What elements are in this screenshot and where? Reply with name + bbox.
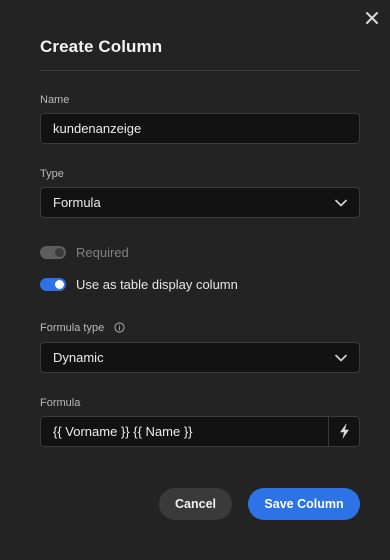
formula-label: Formula — [40, 397, 81, 409]
required-label: Required — [76, 245, 129, 260]
info-icon[interactable] — [114, 322, 125, 333]
formula-input-value: {{ Vorname }} {{ Name }} — [53, 424, 193, 439]
title-divider — [40, 70, 360, 71]
close-icon — [366, 12, 378, 24]
type-select-value: Formula — [53, 195, 101, 210]
chevron-down-icon — [335, 199, 347, 207]
toggle-knob — [55, 280, 64, 289]
name-input[interactable]: kundenanzeige — [40, 113, 360, 144]
close-button[interactable] — [365, 11, 381, 27]
save-column-button[interactable]: Save Column — [248, 488, 360, 520]
type-select[interactable]: Formula — [40, 187, 360, 218]
dialog-title: Create Column — [40, 37, 163, 56]
cancel-button[interactable]: Cancel — [159, 488, 232, 520]
display-column-toggle-row[interactable]: Use as table display column — [40, 277, 238, 292]
formula-type-label: Formula type — [40, 322, 105, 334]
formula-type-select-value: Dynamic — [53, 350, 104, 365]
required-toggle[interactable] — [40, 246, 66, 259]
name-label: Name — [40, 94, 70, 106]
toggle-knob — [55, 248, 64, 257]
name-input-value: kundenanzeige — [53, 121, 142, 136]
display-column-toggle[interactable] — [40, 278, 66, 291]
display-column-label: Use as table display column — [76, 277, 238, 292]
required-toggle-row[interactable]: Required — [40, 245, 129, 260]
lightning-bolt-icon — [339, 424, 349, 439]
chevron-down-icon — [335, 354, 347, 362]
formula-helper-button[interactable] — [328, 417, 359, 446]
type-label: Type — [40, 168, 64, 180]
formula-input[interactable]: {{ Vorname }} {{ Name }} — [40, 416, 360, 447]
formula-type-label-row: Formula type — [40, 322, 125, 334]
formula-type-select[interactable]: Dynamic — [40, 342, 360, 373]
